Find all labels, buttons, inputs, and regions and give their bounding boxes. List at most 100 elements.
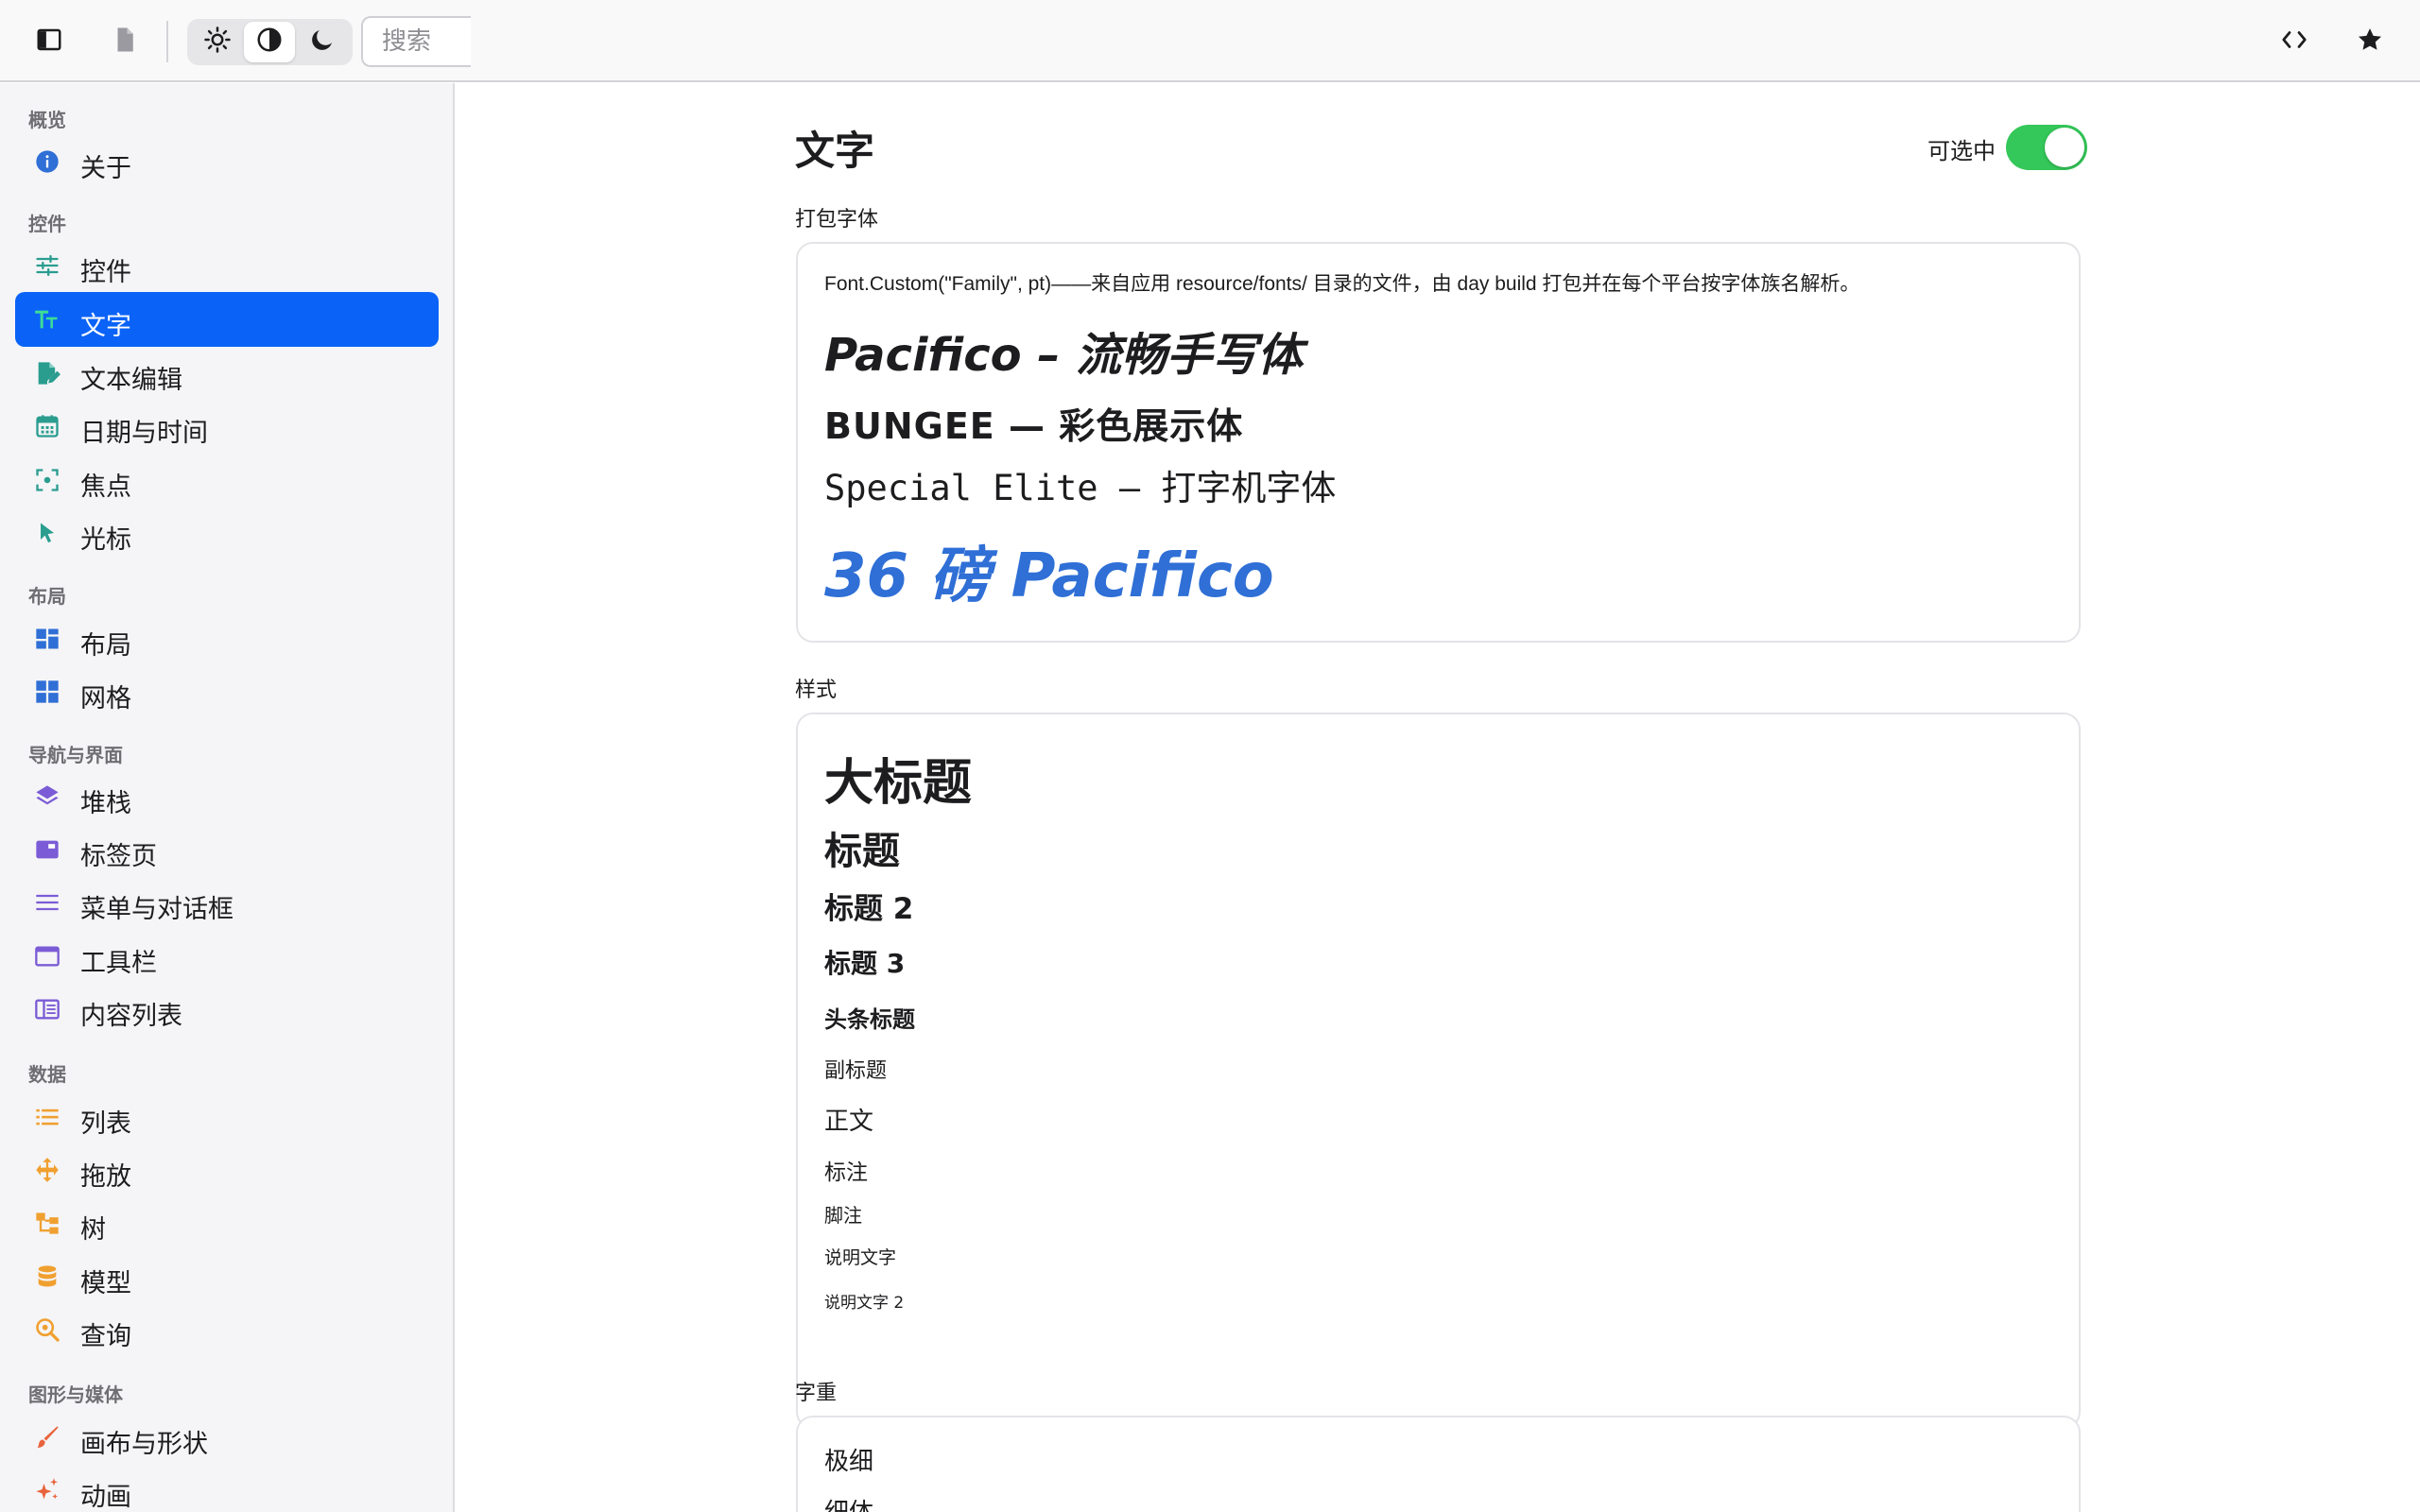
- menu-icon: [34, 889, 60, 916]
- pacifico-36pt-sample: 36 磅 Pacifico: [824, 541, 1274, 611]
- bundled-fonts-label: 打包字体: [795, 208, 879, 232]
- styles-label: 样式: [795, 679, 838, 702]
- code-button[interactable]: [2271, 18, 2318, 65]
- bundled-description: Font.Custom("Family", pt)——来自应用 resource…: [824, 273, 1860, 295]
- sidebar-item-stack[interactable]: 堆栈: [15, 769, 439, 824]
- search-input[interactable]: [361, 16, 471, 67]
- toolbar-divider: [166, 21, 168, 62]
- sidebar-item-label: 内容列表: [80, 1002, 182, 1031]
- weight-ultralight: 极细: [824, 1448, 874, 1476]
- sidebar-item-focus[interactable]: 焦点: [15, 453, 439, 507]
- star-icon: [2356, 26, 2384, 59]
- sidebar-item-label: 文字: [80, 312, 131, 341]
- sidebar-item-label: 画布与形状: [80, 1430, 208, 1459]
- style-headline: 头条标题: [824, 1006, 915, 1033]
- layers-icon: [34, 783, 60, 810]
- sidebar-item-menus-dialogs[interactable]: 菜单与对话框: [15, 875, 439, 930]
- sidebar-item-about[interactable]: 关于: [15, 134, 439, 189]
- style-subheadline: 副标题: [824, 1059, 888, 1083]
- style-title-3: 标题 3: [824, 948, 906, 979]
- style-caption: 说明文字: [824, 1247, 897, 1268]
- document-button[interactable]: [101, 18, 148, 65]
- sidebar-item-label: 拖放: [80, 1162, 131, 1192]
- dark-theme-button[interactable]: [297, 22, 348, 62]
- section-title-navigation: 导航与界面: [28, 744, 123, 766]
- pacifico-sample: Pacifico – 流畅手写体: [824, 329, 1304, 382]
- tabs-icon: [34, 836, 60, 863]
- section-title-data: 数据: [28, 1063, 66, 1086]
- list-icon: [34, 1104, 60, 1130]
- sidebar-item-layout[interactable]: 布局: [15, 611, 439, 666]
- light-theme-button[interactable]: [192, 22, 243, 62]
- columns-icon: [34, 996, 60, 1022]
- sidebar-item-label: 光标: [80, 525, 131, 555]
- code-icon: [2280, 26, 2308, 59]
- sidebar-toggle-icon: [35, 26, 63, 59]
- style-callout: 标注: [824, 1160, 868, 1185]
- sliders-icon: [34, 252, 60, 279]
- sidebar-item-label: 焦点: [80, 472, 131, 502]
- calendar-icon: [34, 413, 60, 439]
- sidebar-item-label: 布局: [80, 631, 131, 661]
- sidebar-item-label: 菜单与对话框: [80, 895, 233, 924]
- edit-document-icon: [34, 360, 60, 387]
- bungee-sample: BUNGEE — 彩色展示体: [824, 405, 1244, 447]
- sidebar-item-label: 模型: [80, 1269, 131, 1298]
- styles-card: 大标题 标题 标题 2 标题 3 头条标题 副标题 正文 标注 脚注 说明文字 …: [796, 713, 2081, 1429]
- sidebar-item-label: 查询: [80, 1322, 131, 1351]
- tree-icon: [34, 1210, 60, 1236]
- sidebar-item-query[interactable]: 查询: [15, 1302, 439, 1357]
- sidebar-item-label: 文本编辑: [80, 366, 182, 395]
- text-size-icon: [34, 306, 60, 333]
- sidebar-item-animation[interactable]: 动画: [15, 1463, 439, 1512]
- focus-icon: [34, 467, 60, 493]
- sidebar-item-tree[interactable]: 树: [15, 1195, 439, 1250]
- style-caption-2: 说明文字 2: [824, 1294, 905, 1313]
- sidebar-item-drag-drop[interactable]: 拖放: [15, 1143, 439, 1197]
- cursor-icon: [34, 520, 60, 546]
- favorite-button[interactable]: [2346, 18, 2394, 65]
- sidebar-item-canvas-shapes[interactable]: 画布与形状: [15, 1410, 439, 1465]
- sidebar-item-text-editing[interactable]: 文本编辑: [15, 346, 439, 401]
- bundled-fonts-card: Font.Custom("Family", pt)——来自应用 resource…: [796, 242, 2081, 643]
- sidebar-item-tabs[interactable]: 标签页: [15, 822, 439, 877]
- section-title-overview: 概览: [28, 109, 66, 131]
- sidebar-item-text[interactable]: 文字: [15, 292, 439, 347]
- main-content: 文字 可选中 打包字体 Font.Custom("Family", pt)——来…: [457, 83, 2420, 1512]
- sidebar-item-date-time[interactable]: 日期与时间: [15, 399, 439, 454]
- brush-icon: [34, 1424, 60, 1451]
- sidebar-item-label: 控件: [80, 258, 131, 287]
- move-icon: [34, 1157, 60, 1183]
- contrast-icon: [255, 26, 284, 59]
- theme-segmented-control: [187, 19, 353, 65]
- toolbar: [0, 0, 2420, 82]
- auto-theme-button[interactable]: [244, 22, 295, 62]
- page-title: 文字: [795, 128, 875, 174]
- weights-label: 字重: [795, 1382, 838, 1405]
- selectable-toggle[interactable]: [2006, 125, 2087, 170]
- info-icon: [34, 148, 60, 175]
- sidebar-item-list[interactable]: 列表: [15, 1090, 439, 1144]
- sidebar-item-cursor[interactable]: 光标: [15, 506, 439, 560]
- sidebar-item-grid[interactable]: 网格: [15, 664, 439, 719]
- style-large-title: 大标题: [824, 755, 973, 812]
- sidebar-item-controls[interactable]: 控件: [15, 238, 439, 293]
- weights-card: 极细 细体: [796, 1416, 2081, 1512]
- sun-icon: [203, 26, 232, 59]
- sidebar-item-model[interactable]: 模型: [15, 1249, 439, 1304]
- sidebar-item-label: 动画: [80, 1483, 131, 1512]
- sidebar-item-label: 工具栏: [80, 949, 157, 978]
- sidebar-item-label: 日期与时间: [80, 419, 208, 448]
- sidebar-item-toolbar[interactable]: 工具栏: [15, 929, 439, 984]
- sidebar-item-label: 列表: [80, 1109, 131, 1139]
- special-elite-sample: Special Elite — 打字机字体: [824, 468, 1337, 508]
- sidebar-item-label: 树: [80, 1215, 106, 1245]
- sidebar-toggle-button[interactable]: [26, 18, 73, 65]
- sidebar-item-label: 网格: [80, 684, 131, 713]
- sidebar-item-content-list[interactable]: 内容列表: [15, 982, 439, 1037]
- window-icon: [34, 943, 60, 970]
- sidebar-item-label: 标签页: [80, 842, 157, 871]
- toggle-knob: [2045, 128, 2084, 167]
- search-zoom-icon: [34, 1316, 60, 1343]
- style-title: 标题: [824, 830, 900, 873]
